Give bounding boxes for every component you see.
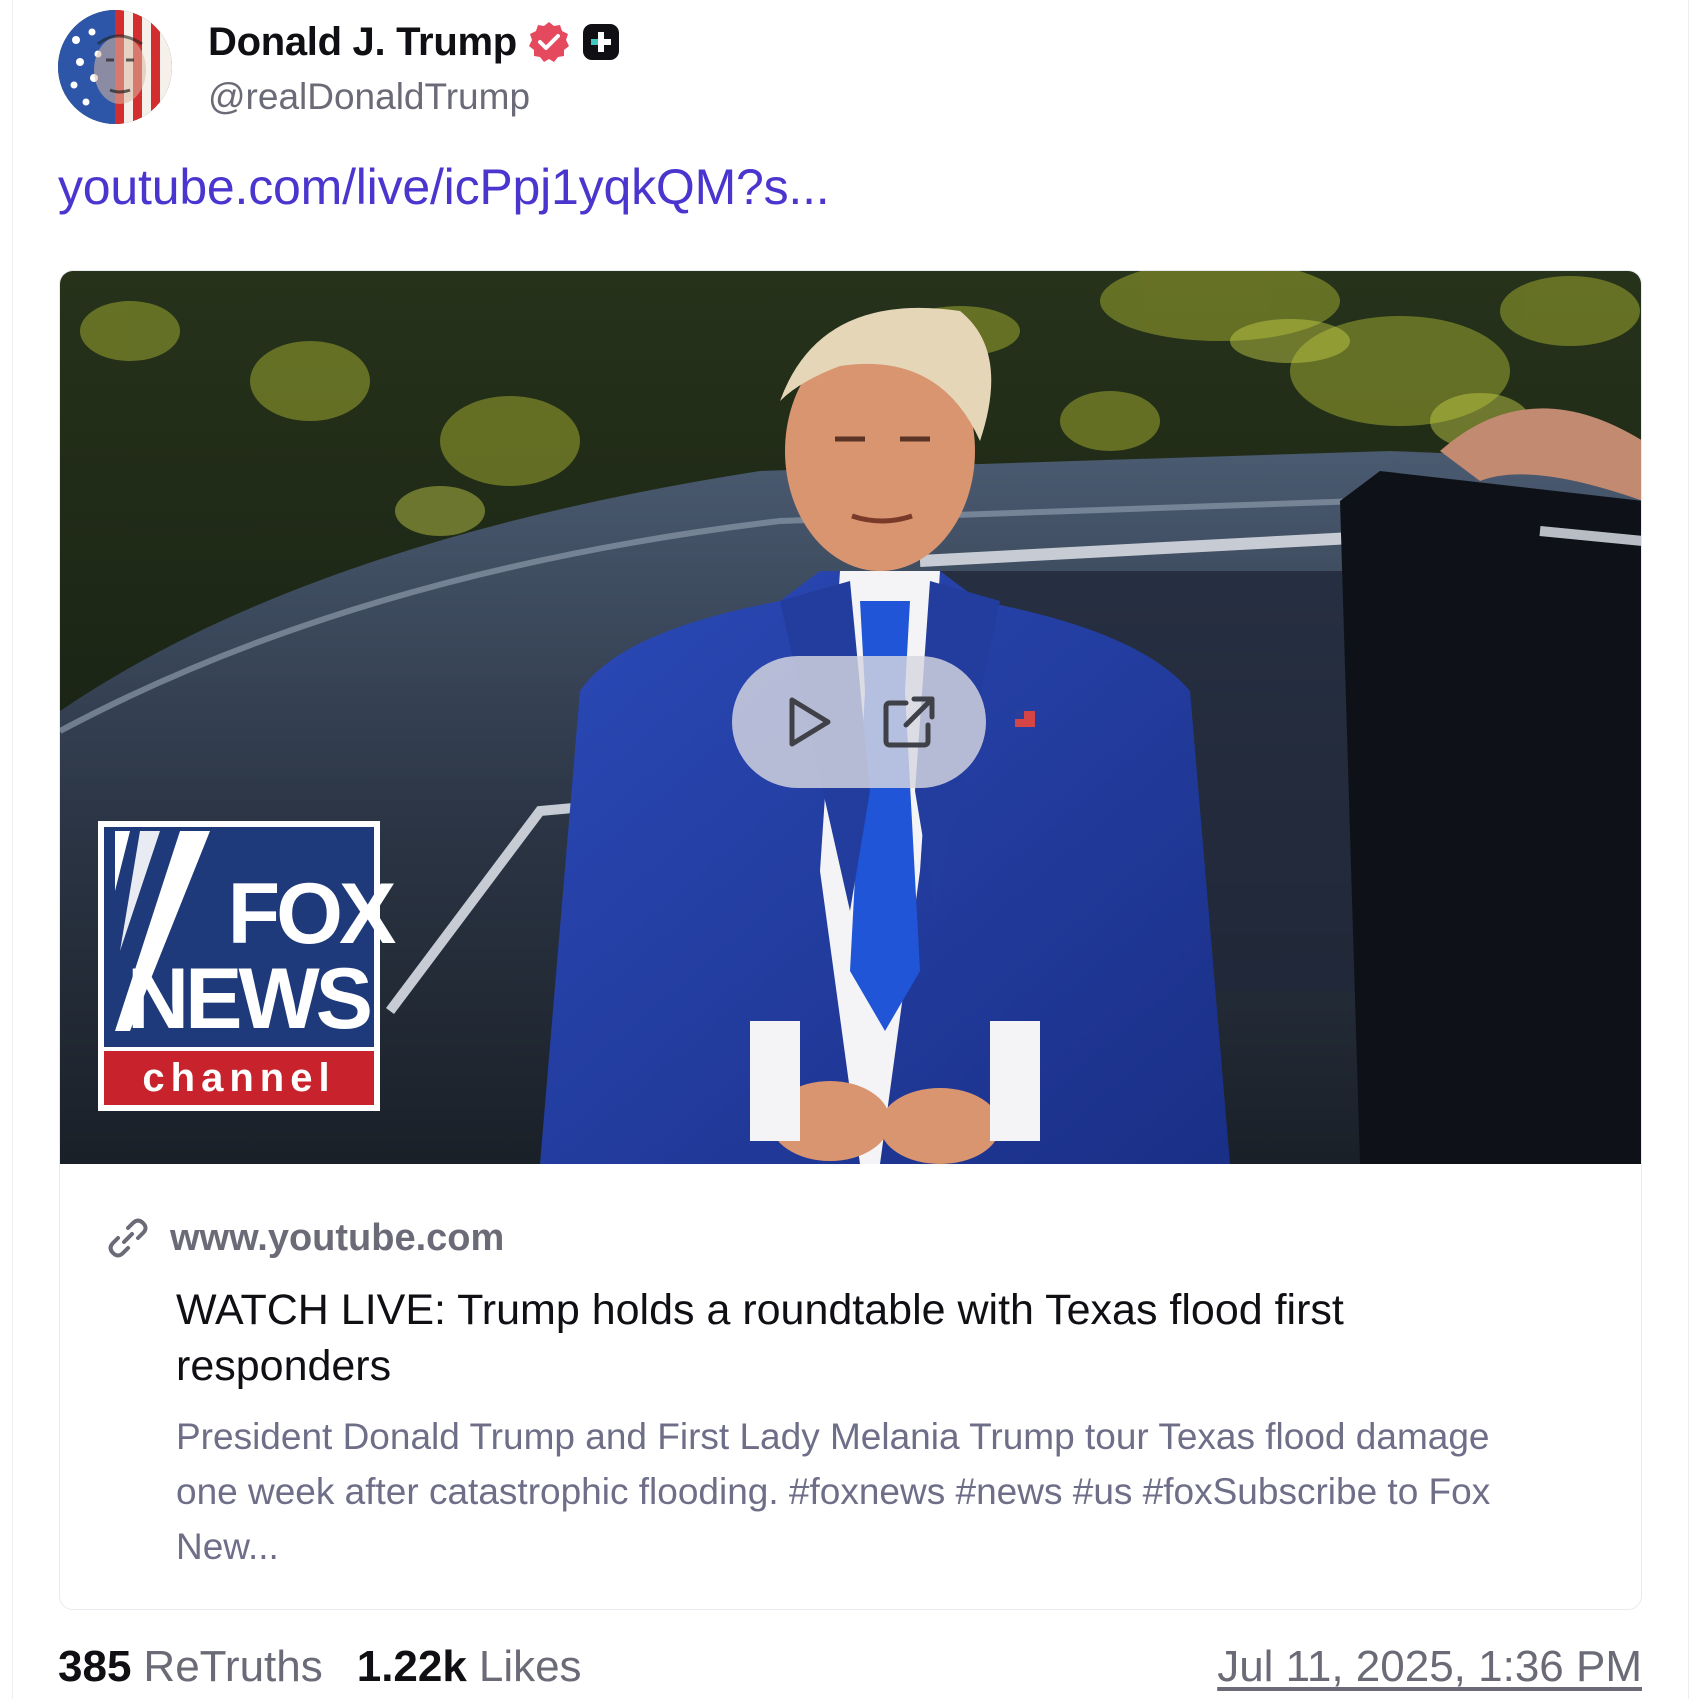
- avatar-image: [58, 10, 172, 124]
- link-preview-card[interactable]: FOX NEWS channel www.youtube.com WATCH L…: [59, 270, 1642, 1610]
- author-display-name[interactable]: Donald J. Trump: [208, 20, 517, 65]
- likes-stat[interactable]: 1.22k Likes: [357, 1642, 582, 1692]
- card-description: President Donald Trump and First Lady Me…: [176, 1416, 1491, 1567]
- post-card: Donald J. Trump @realDonaldTrump youtube…: [12, 0, 1689, 1699]
- card-title[interactable]: WATCH LIVE: Trump holds a roundtable wit…: [176, 1282, 1506, 1394]
- avatar[interactable]: [58, 10, 172, 124]
- author-handle[interactable]: @realDonaldTrump: [208, 76, 530, 118]
- video-thumbnail[interactable]: FOX NEWS channel: [60, 271, 1641, 1164]
- external-link-icon[interactable]: [880, 693, 938, 751]
- card-domain: www.youtube.com: [170, 1216, 505, 1259]
- post-link[interactable]: youtube.com/live/icPpj1yqkQM?s...: [58, 158, 830, 216]
- svg-text:NEWS: NEWS: [127, 951, 370, 1047]
- media-controls: [732, 656, 986, 788]
- fox-news-logo: FOX NEWS channel: [98, 821, 400, 1111]
- likes-count: 1.22k: [356, 1642, 467, 1691]
- retruths-label: ReTruths: [143, 1642, 323, 1691]
- card-domain-row: www.youtube.com: [106, 1216, 504, 1260]
- svg-text:channel: channel: [142, 1056, 335, 1100]
- truth-plus-badge-icon: [581, 22, 621, 62]
- post-timestamp[interactable]: Jul 11, 2025, 1:36 PM: [1217, 1642, 1642, 1692]
- card-meta: www.youtube.com WATCH LIVE: Trump holds …: [60, 1164, 1641, 1609]
- post-stats: 385 ReTruths 1.22k Likes: [58, 1642, 582, 1692]
- link-icon: [106, 1216, 150, 1260]
- svg-text:FOX: FOX: [228, 866, 396, 962]
- likes-label: Likes: [478, 1642, 582, 1691]
- retruths-stat[interactable]: 385 ReTruths: [58, 1642, 323, 1692]
- author-name-row: Donald J. Trump: [208, 14, 621, 70]
- play-icon[interactable]: [780, 693, 838, 751]
- verified-badge-icon: [527, 20, 571, 64]
- retruths-count: 385: [58, 1642, 132, 1691]
